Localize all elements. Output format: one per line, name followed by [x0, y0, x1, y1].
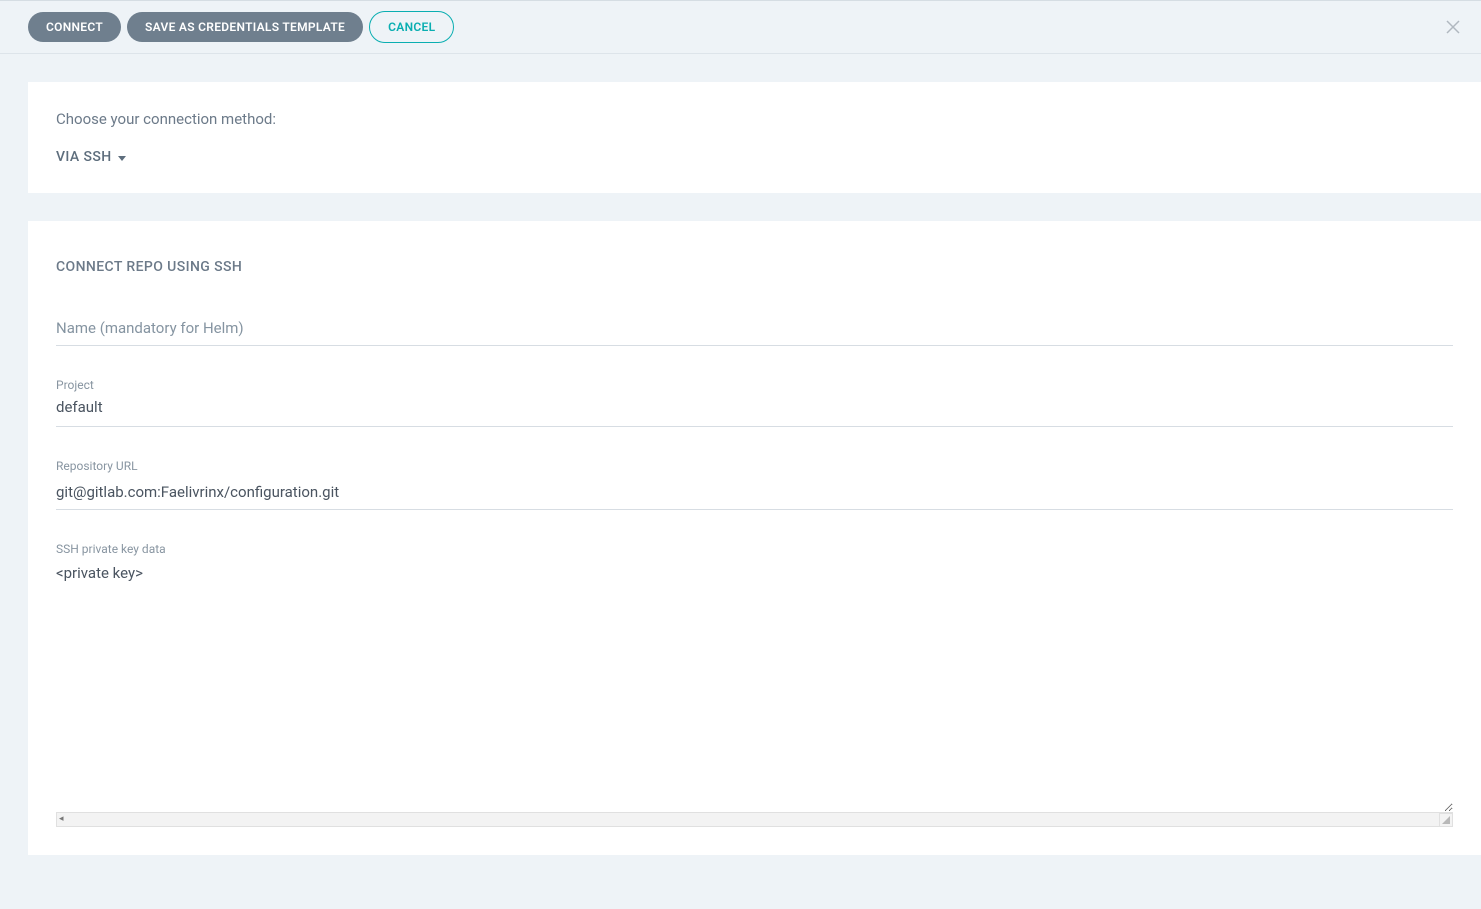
connection-method-prompt: Choose your connection method: [56, 110, 1453, 128]
panel-header: CONNECT SAVE AS CREDENTIALS TEMPLATE CAN… [0, 1, 1481, 54]
caret-down-icon [118, 156, 126, 161]
ssh-key-field-group: SSH private key data ◂ ▸ [56, 542, 1453, 827]
form-section-title: CONNECT REPO USING SSH [56, 259, 1453, 275]
project-field-group: Project default [56, 378, 1453, 427]
connection-method-dropdown[interactable]: VIA SSH [56, 149, 126, 165]
connection-method-selected: VIA SSH [56, 149, 112, 165]
scroll-left-arrow-icon: ◂ [59, 815, 64, 824]
connect-repo-form-card: CONNECT REPO USING SSH Project default R… [28, 221, 1481, 855]
ssh-key-textarea[interactable] [56, 562, 1453, 812]
textarea-horizontal-scrollbar[interactable]: ◂ ▸ [56, 812, 1453, 827]
repo-url-input[interactable] [56, 479, 1453, 510]
project-select[interactable]: default [56, 398, 1453, 416]
project-label: Project [56, 378, 1453, 392]
slide-panel: CONNECT SAVE AS CREDENTIALS TEMPLATE CAN… [0, 0, 1481, 909]
name-field-group [56, 315, 1453, 346]
panel-content: Choose your connection method: VIA SSH C… [0, 82, 1481, 855]
repo-url-label: Repository URL [56, 459, 1453, 473]
close-icon[interactable] [1443, 17, 1463, 37]
save-credentials-template-button[interactable]: SAVE AS CREDENTIALS TEMPLATE [127, 12, 363, 42]
textarea-resize-handle[interactable] [1439, 813, 1453, 827]
name-input[interactable] [56, 315, 1453, 346]
ssh-key-label: SSH private key data [56, 542, 1453, 556]
connection-method-card: Choose your connection method: VIA SSH [28, 82, 1481, 193]
repo-url-field-group: Repository URL [56, 459, 1453, 510]
connect-button[interactable]: CONNECT [28, 12, 121, 42]
cancel-button[interactable]: CANCEL [369, 11, 454, 43]
